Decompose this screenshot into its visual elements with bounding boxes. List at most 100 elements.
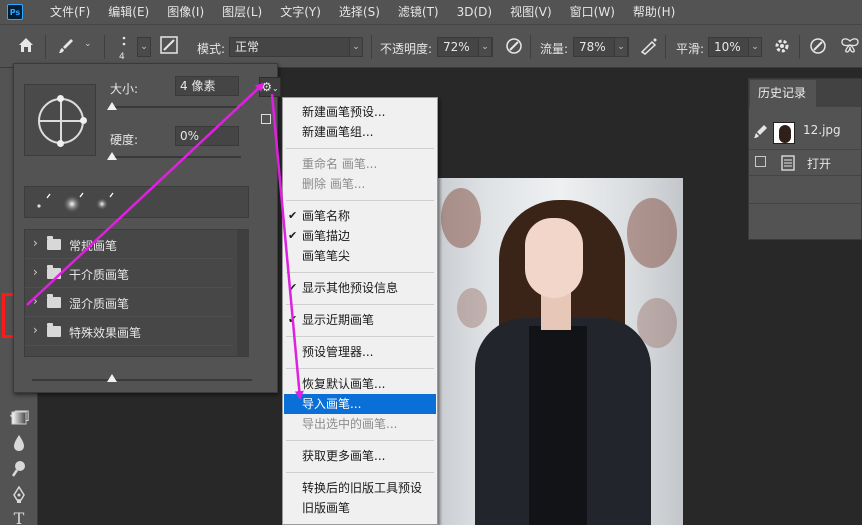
- chevron-right-icon[interactable]: ›: [33, 294, 38, 308]
- brush-folder-row[interactable]: › 特殊效果画笔: [25, 317, 233, 346]
- brush-folder-list: › 常规画笔 › 干介质画笔 › 湿介质画笔 › 特殊效果画笔: [24, 229, 249, 357]
- context-menu-item[interactable]: 旧版画笔: [284, 498, 436, 518]
- context-menu-item[interactable]: ✔ 显示其他预设信息: [284, 278, 436, 298]
- context-menu-item[interactable]: 导入画笔...: [284, 394, 436, 414]
- document-photo[interactable]: [437, 178, 683, 525]
- menu-item-8[interactable]: 视图(V): [501, 0, 561, 24]
- menu-item-9[interactable]: 窗口(W): [561, 0, 624, 24]
- smoothing-dropdown-icon[interactable]: ⌄: [748, 37, 762, 57]
- preview-size-slider-track[interactable]: [32, 379, 252, 381]
- history-snapshot[interactable]: 12.jpg: [749, 119, 861, 144]
- context-menu-item: 重命名 画笔...: [284, 154, 436, 174]
- hardness-label: 硬度:: [110, 133, 139, 147]
- pressure-size-icon[interactable]: [809, 37, 827, 59]
- context-menu-item[interactable]: 新建画笔预设...: [284, 102, 436, 122]
- chevron-right-icon[interactable]: ›: [33, 323, 38, 337]
- pen-tool-icon[interactable]: [10, 485, 28, 504]
- menu-item-1[interactable]: 编辑(E): [99, 0, 158, 24]
- chevron-right-icon[interactable]: ›: [33, 265, 38, 279]
- context-menu-item-label: 画笔笔尖: [302, 249, 351, 263]
- context-menu-item[interactable]: 预设管理器...: [284, 342, 436, 362]
- airbrush-icon[interactable]: [639, 37, 659, 59]
- checkmark-icon: ✔: [288, 313, 298, 326]
- brush-tool-icon[interactable]: [57, 37, 75, 59]
- brush-panel-gear-button[interactable]: ⚙⌄: [259, 77, 281, 97]
- brush-size-readout: 4: [119, 52, 125, 62]
- gradient-tool-icon[interactable]: [10, 409, 28, 427]
- mode-select[interactable]: 正常: [229, 37, 363, 57]
- brush-folder-row[interactable]: › 湿介质画笔: [25, 288, 233, 317]
- dodge-tool-icon[interactable]: [10, 460, 28, 478]
- step-toggle-checkbox[interactable]: [755, 156, 766, 167]
- context-menu-item-label: 获取更多画笔...: [302, 449, 386, 463]
- recent-brush-1[interactable]: [29, 189, 59, 215]
- context-menu-item-label: 导入画笔...: [302, 397, 362, 411]
- opacity-dropdown-icon[interactable]: ⌄: [478, 37, 492, 57]
- brush-panel-context-menu: 新建画笔预设... 新建画笔组... 重命名 画笔... 删除 画笔... ✔ 画笔名称 ✔…: [282, 97, 438, 525]
- context-menu-item[interactable]: 获取更多画笔...: [284, 446, 436, 466]
- context-menu-item-label: 删除 画笔...: [302, 177, 366, 191]
- symmetry-butterfly-icon[interactable]: [840, 37, 860, 59]
- context-menu-item-label: 预设管理器...: [302, 345, 374, 359]
- new-preset-icon[interactable]: [261, 114, 271, 124]
- brush-preset-picker-button[interactable]: ⌄: [137, 37, 151, 57]
- home-icon[interactable]: [17, 36, 35, 58]
- menu-separator: [286, 304, 434, 305]
- history-brush-source-icon[interactable]: [753, 123, 771, 142]
- hardness-input[interactable]: 0%: [175, 126, 239, 146]
- brush-folder-row[interactable]: › 常规画笔: [25, 230, 233, 259]
- context-menu-item[interactable]: ✔ 画笔名称: [284, 206, 436, 226]
- menu-item-2[interactable]: 图像(I): [158, 0, 213, 24]
- checkmark-icon: ✔: [288, 209, 298, 222]
- hardness-slider-thumb[interactable]: [107, 152, 117, 160]
- gear-icon[interactable]: [773, 37, 791, 59]
- checkmark-icon: ✔: [288, 281, 298, 294]
- tool-preset-dropdown-icon[interactable]: ⌄: [84, 39, 92, 49]
- menu-item-6[interactable]: 滤镜(T): [389, 0, 448, 24]
- recent-brushes: [24, 186, 249, 218]
- options-bar: ⌄ 4 ⌄ 模式: 正常 ⌄ 不透明度: 72% ⌄ 流量: 78% ⌄ 平滑:…: [0, 24, 862, 68]
- menu-item-7[interactable]: 3D(D): [448, 0, 501, 24]
- mode-dropdown-icon[interactable]: ⌄: [349, 37, 363, 57]
- menu-item-4[interactable]: 文字(Y): [271, 0, 330, 24]
- context-menu-item[interactable]: 转换后的旧版工具预设: [284, 478, 436, 498]
- type-tool-icon[interactable]: T: [10, 510, 28, 525]
- history-step-row[interactable]: 打开: [749, 151, 861, 175]
- size-slider-thumb[interactable]: [107, 102, 117, 110]
- context-menu-item-label: 新建画笔预设...: [302, 105, 386, 119]
- brush-folder-row[interactable]: › 干介质画笔: [25, 259, 233, 288]
- chevron-right-icon[interactable]: ›: [33, 236, 38, 250]
- brush-folder-name: 湿介质画笔: [69, 297, 130, 311]
- size-input[interactable]: 4 像素: [175, 76, 239, 96]
- menu-item-0[interactable]: 文件(F): [41, 0, 99, 24]
- menu-item-3[interactable]: 图层(L): [213, 0, 271, 24]
- context-menu-item[interactable]: ✔ 画笔描边: [284, 226, 436, 246]
- folder-list-scrollbar[interactable]: [237, 230, 249, 356]
- menu-separator: [286, 368, 434, 369]
- photoshop-logo-icon[interactable]: Ps: [7, 4, 23, 20]
- context-menu-item[interactable]: 画笔笔尖: [284, 246, 436, 266]
- menu-separator: [286, 472, 434, 473]
- recent-brush-3[interactable]: [89, 189, 119, 215]
- preview-size-slider-thumb[interactable]: [107, 374, 117, 382]
- brush-settings-panel-icon[interactable]: [160, 36, 178, 58]
- flow-dropdown-icon[interactable]: ⌄: [614, 37, 628, 57]
- context-menu-item[interactable]: 恢复默认画笔...: [284, 374, 436, 394]
- context-menu-item[interactable]: ✔ 显示近期画笔: [284, 310, 436, 330]
- context-menu-item-label: 新建画笔组...: [302, 125, 374, 139]
- blur-tool-icon[interactable]: [10, 434, 28, 452]
- hardness-slider-track[interactable]: [111, 156, 241, 158]
- context-menu-item-label: 恢复默认画笔...: [302, 377, 386, 391]
- pressure-opacity-icon[interactable]: [505, 37, 523, 59]
- context-menu-item-label: 转换后的旧版工具预设: [302, 481, 423, 495]
- size-label: 大小:: [110, 82, 139, 96]
- brush-tip-angle-preview[interactable]: [24, 84, 96, 156]
- recent-brush-2[interactable]: [59, 189, 89, 215]
- tab-history[interactable]: 历史记录: [750, 80, 816, 107]
- menu-item-5[interactable]: 选择(S): [330, 0, 389, 24]
- menu-item-10[interactable]: 帮助(H): [624, 0, 684, 24]
- size-slider-track[interactable]: [111, 106, 241, 108]
- brush-preset-picker: 大小: 4 像素 ⚙⌄ 硬度: 0% › 常规画笔 › 干介质画笔 › 湿介质画笔 › 特殊效…: [13, 63, 281, 393]
- context-menu-item[interactable]: 新建画笔组...: [284, 122, 436, 142]
- document-step-icon: [781, 155, 795, 174]
